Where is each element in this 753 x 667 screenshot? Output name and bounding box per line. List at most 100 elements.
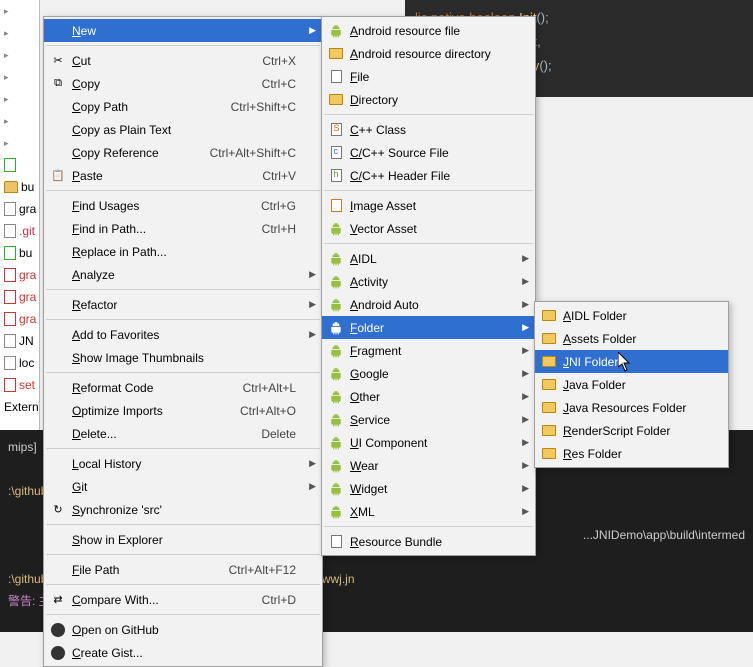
menu-item-refactor[interactable]: Refactor▶	[44, 293, 322, 316]
menu-item-label: Android resource file	[350, 24, 460, 38]
menu-item-label: Java Folder	[563, 378, 626, 392]
menu-item-show-image-thumbnails[interactable]: Show Image Thumbnails	[44, 346, 322, 369]
menu-item-label: Create Gist...	[72, 646, 143, 660]
menu-separator	[46, 190, 320, 191]
menu-item-label: Copy	[72, 77, 100, 91]
menu-item-android-resource-directory[interactable]: Android resource directory	[322, 42, 535, 65]
sync-icon: ↻	[53, 503, 62, 516]
menu-item-paste[interactable]: 📋PasteCtrl+V	[44, 164, 322, 187]
menu-item-label: Android resource directory	[350, 47, 491, 61]
menu-item-copy-path[interactable]: Copy PathCtrl+Shift+C	[44, 95, 322, 118]
menu-item-label: Activity	[350, 275, 388, 289]
menu-item-label: Resource Bundle	[350, 535, 442, 549]
submenu-arrow-icon: ▶	[522, 299, 529, 310]
menu-item-activity[interactable]: Activity▶	[322, 270, 535, 293]
menu-item-label: Find in Path...	[72, 222, 146, 236]
menu-item-delete[interactable]: Delete...Delete	[44, 422, 322, 445]
menu-item-reformat-code[interactable]: Reformat CodeCtrl+Alt+L	[44, 376, 322, 399]
menu-item-c-c-header-file[interactable]: C/C++ Header File	[322, 164, 535, 187]
menu-separator	[324, 190, 533, 191]
folder-icon	[329, 94, 343, 105]
menu-item-android-auto[interactable]: Android Auto▶	[322, 293, 535, 316]
menu-item-find-usages[interactable]: Find UsagesCtrl+G	[44, 194, 322, 217]
submenu-arrow-icon: ▶	[522, 322, 529, 333]
menu-item-c-class[interactable]: C++ Class	[322, 118, 535, 141]
menu-item-res-folder[interactable]: Res Folder	[535, 442, 728, 465]
tree-item-label: JN	[19, 334, 34, 348]
android-icon	[329, 482, 343, 496]
android-icon	[329, 367, 343, 381]
menu-item-vector-asset[interactable]: Vector Asset	[322, 217, 535, 240]
menu-item-xml[interactable]: XML▶	[322, 500, 535, 523]
menu-item-file-path[interactable]: File PathCtrl+Alt+F12	[44, 558, 322, 581]
menu-item-optimize-imports[interactable]: Optimize ImportsCtrl+Alt+O	[44, 399, 322, 422]
menu-item-file[interactable]: File	[322, 65, 535, 88]
menu-item-label: Synchronize 'src'	[72, 503, 162, 517]
folder-icon	[542, 356, 556, 367]
menu-item-renderscript-folder[interactable]: RenderScript Folder	[535, 419, 728, 442]
tree-item-label: gra	[19, 312, 36, 326]
menu-item-shortcut: Delete	[261, 427, 296, 441]
menu-item-create-gist[interactable]: Create Gist...	[44, 641, 322, 664]
menu-item-label: RenderScript Folder	[563, 424, 670, 438]
android-icon	[329, 321, 343, 335]
menu-item-label: File	[350, 70, 369, 84]
menu-item-copy-as-plain-text[interactable]: Copy as Plain Text	[44, 118, 322, 141]
tree-item-label: bu	[19, 246, 32, 260]
submenu-arrow-icon: ▶	[309, 269, 316, 280]
menu-item-new[interactable]: New▶	[44, 19, 322, 42]
submenu-folder[interactable]: AIDL FolderAssets Folder JNI Folder Java F…	[534, 301, 729, 468]
menu-item-folder[interactable]: Folder▶	[322, 316, 535, 339]
menu-item-show-in-explorer[interactable]: Show in Explorer	[44, 528, 322, 551]
menu-item-compare-with[interactable]: ⇄Compare With...Ctrl+D	[44, 588, 322, 611]
menu-item-java-resources-folder[interactable]: Java Resources Folder	[535, 396, 728, 419]
menu-item-local-history[interactable]: Local History▶	[44, 452, 322, 475]
menu-item-other[interactable]: Other▶	[322, 385, 535, 408]
menu-item-resource-bundle[interactable]: Resource Bundle	[322, 530, 535, 553]
menu-item-wear[interactable]: Wear▶	[322, 454, 535, 477]
file-icon	[331, 70, 342, 83]
menu-item-add-to-favorites[interactable]: Add to Favorites▶	[44, 323, 322, 346]
menu-item-directory[interactable]: Directory	[322, 88, 535, 111]
menu-item-java-folder[interactable]: Java Folder	[535, 373, 728, 396]
context-menu[interactable]: New▶✂CutCtrl+X⧉CopyCtrl+CCopy PathCtrl+S…	[43, 16, 323, 667]
submenu-new[interactable]: Android resource file Android resource di…	[321, 16, 536, 556]
menu-item-android-resource-file[interactable]: Android resource file	[322, 19, 535, 42]
menu-item-git[interactable]: Git▶	[44, 475, 322, 498]
menu-item-label: Java Resources Folder	[563, 401, 686, 415]
menu-item-jni-folder[interactable]: JNI Folder	[535, 350, 728, 373]
tree-item-label: gra	[19, 202, 36, 216]
menu-item-fragment[interactable]: Fragment▶	[322, 339, 535, 362]
menu-item-label: Local History	[72, 457, 141, 471]
menu-item-shortcut: Ctrl+Alt+L	[243, 381, 296, 395]
menu-item-copy-reference[interactable]: Copy ReferenceCtrl+Alt+Shift+C	[44, 141, 322, 164]
menu-item-cut[interactable]: ✂CutCtrl+X	[44, 49, 322, 72]
menu-item-synchronize-src[interactable]: ↻ Synchronize 'src'	[44, 498, 322, 521]
menu-item-widget[interactable]: Widget▶	[322, 477, 535, 500]
menu-item-label: Analyze	[72, 268, 115, 282]
menu-item-shortcut: Ctrl+Alt+Shift+C	[210, 146, 296, 160]
menu-separator	[324, 114, 533, 115]
submenu-arrow-icon: ▶	[522, 253, 529, 264]
menu-item-open-on-github[interactable]: Open on GitHub	[44, 618, 322, 641]
menu-item-label: Find Usages	[72, 199, 139, 213]
menu-item-aidl-folder[interactable]: AIDL Folder	[535, 304, 728, 327]
menu-item-find-in-path[interactable]: Find in Path...Ctrl+H	[44, 217, 322, 240]
menu-item-ui-component[interactable]: UI Component▶	[322, 431, 535, 454]
menu-item-label: C/C++ Header File	[350, 169, 450, 183]
menu-item-assets-folder[interactable]: Assets Folder	[535, 327, 728, 350]
menu-item-google[interactable]: Google▶	[322, 362, 535, 385]
menu-item-label: New	[72, 24, 96, 38]
menu-separator	[46, 448, 320, 449]
folder-icon	[542, 448, 556, 459]
menu-item-image-asset[interactable]: Image Asset	[322, 194, 535, 217]
menu-item-aidl[interactable]: AIDL▶	[322, 247, 535, 270]
class-file-icon	[331, 123, 342, 136]
menu-item-copy[interactable]: ⧉CopyCtrl+C	[44, 72, 322, 95]
menu-item-analyze[interactable]: Analyze ▶	[44, 263, 322, 286]
project-tree[interactable]: ▸ ▸ ▸ ▸ ▸ ▸ ▸ bu gra .git bu gra gra gra…	[0, 0, 40, 430]
menu-item-c-c-source-file[interactable]: C/C++ Source File	[322, 141, 535, 164]
menu-item-replace-in-path[interactable]: Replace in Path...	[44, 240, 322, 263]
menu-item-service[interactable]: Service▶	[322, 408, 535, 431]
menu-item-label: JNI Folder	[563, 355, 618, 369]
